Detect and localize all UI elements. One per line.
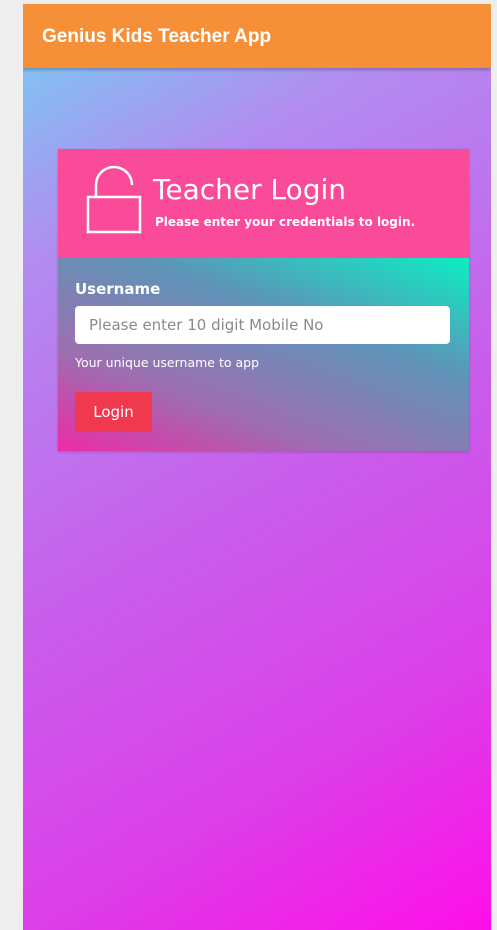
login-title: Teacher Login	[153, 173, 347, 206]
login-card: Teacher Login Please enter your credenti…	[58, 149, 469, 451]
username-label: Username	[75, 280, 161, 298]
login-card-header: Teacher Login Please enter your credenti…	[58, 149, 469, 258]
app-title: Genius Kids Teacher App	[42, 26, 272, 47]
username-help-text: Your unique username to app	[75, 355, 260, 370]
app-screen: Genius Kids Teacher App Teacher Login Pl…	[23, 4, 491, 930]
username-input[interactable]	[75, 306, 450, 344]
login-button[interactable]: Login	[75, 392, 152, 432]
login-form: Username Your unique username to app Log…	[58, 258, 469, 451]
app-bar: Genius Kids Teacher App	[23, 4, 491, 68]
unlock-icon	[86, 165, 142, 234]
login-subtitle: Please enter your credentials to login.	[155, 215, 416, 229]
